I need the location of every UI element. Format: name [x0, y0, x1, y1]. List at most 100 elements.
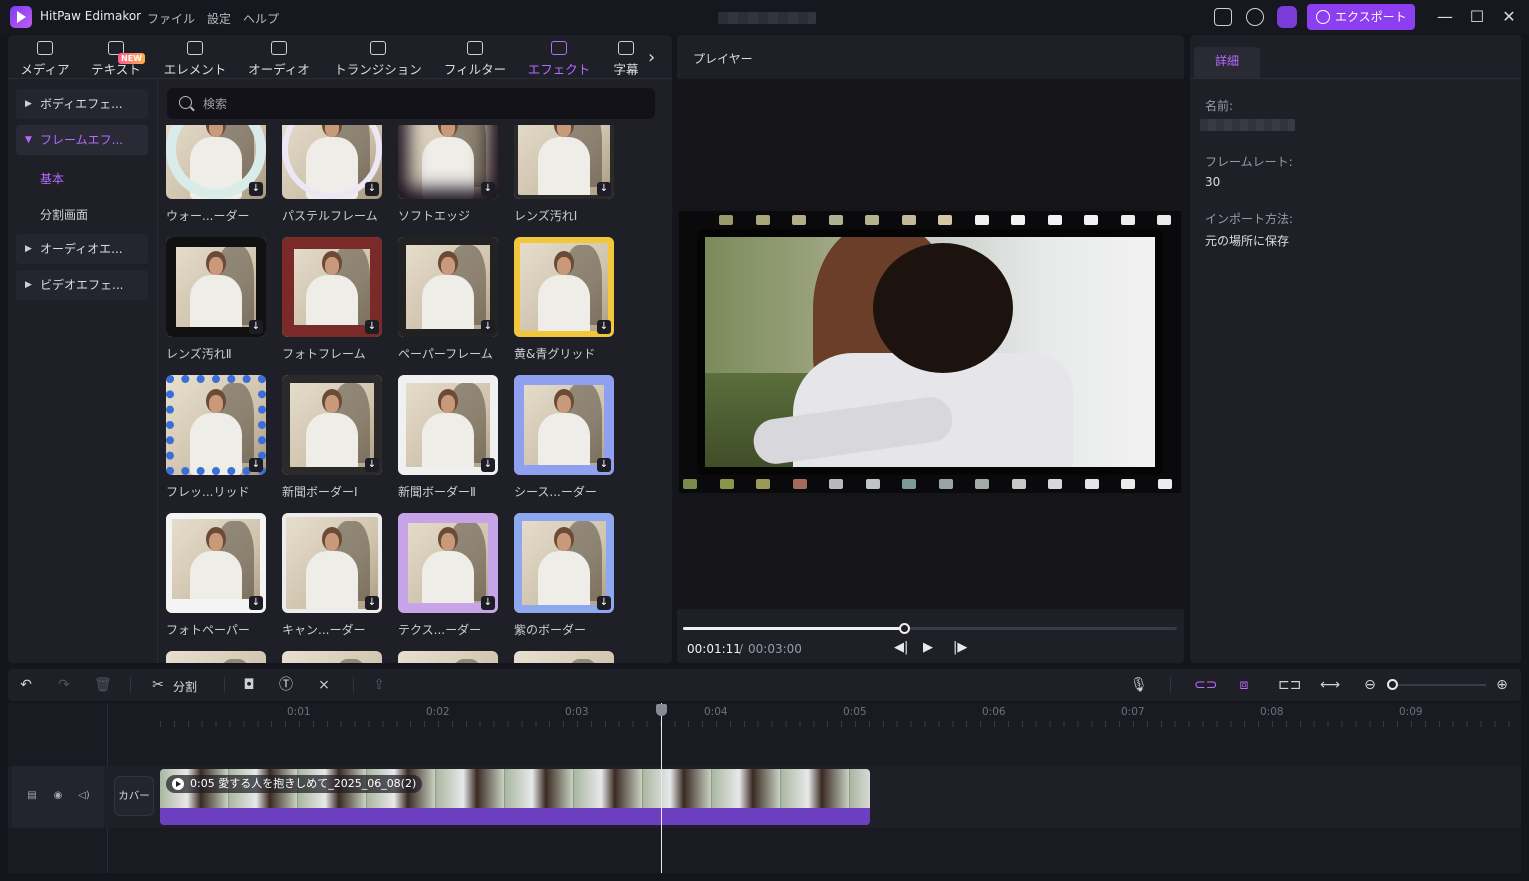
- redo-icon[interactable]: ↷: [56, 677, 72, 693]
- download-icon[interactable]: ↓: [249, 320, 263, 334]
- export-button[interactable]: エクスポート: [1307, 4, 1415, 30]
- effect-card[interactable]: ↓ ペーパーフレーム: [398, 237, 498, 362]
- download-icon[interactable]: ↓: [365, 182, 379, 196]
- video-clip[interactable]: 0:05 愛する人を抱きしめて_2025_06_08(2): [160, 769, 870, 825]
- cover-button[interactable]: カバー: [114, 776, 154, 816]
- download-icon[interactable]: ↓: [597, 182, 611, 196]
- tab-subtitle[interactable]: 字幕: [606, 35, 646, 79]
- tab-transition[interactable]: トランジション: [328, 35, 428, 79]
- prev-frame-icon[interactable]: ◀|: [894, 640, 908, 655]
- download-icon[interactable]: ↓: [481, 458, 495, 472]
- maximize-icon[interactable]: ☐: [1468, 8, 1486, 26]
- progress-fill: [683, 627, 906, 630]
- download-icon[interactable]: [1246, 8, 1264, 26]
- avatar[interactable]: [1277, 6, 1297, 28]
- sidebar-item-frame-effects[interactable]: ▼ フレームエフ...: [16, 125, 148, 155]
- film-perforation: [865, 479, 880, 489]
- tab-details[interactable]: 詳細: [1194, 47, 1260, 78]
- text-tool-icon[interactable]: Ⓣ: [278, 677, 294, 693]
- download-icon[interactable]: ↓: [481, 596, 495, 610]
- split-track-icon[interactable]: ⊏⊐: [1278, 677, 1301, 693]
- link-icon[interactable]: ⊂⊃: [1194, 677, 1217, 693]
- clip-thumbnail: [712, 769, 781, 808]
- effect-card[interactable]: ↓ ソフトエッジ: [398, 125, 498, 224]
- effect-card[interactable]: ↓ フォトペーパー: [166, 513, 266, 638]
- play-icon[interactable]: ▶: [923, 640, 933, 655]
- microphone-icon[interactable]: 🎙: [1130, 677, 1148, 693]
- download-icon[interactable]: ↓: [249, 596, 263, 610]
- download-icon[interactable]: ↓: [365, 596, 379, 610]
- tab-filter[interactable]: フィルター: [438, 35, 512, 79]
- effect-card[interactable]: ↓ キャン...ーダー: [282, 513, 382, 638]
- track-visibility-icon[interactable]: ◉: [52, 790, 64, 802]
- effect-card[interactable]: ↓ 黄&青グリッド: [514, 237, 614, 362]
- download-icon[interactable]: ↓: [481, 182, 495, 196]
- sidebar-item-video-effects[interactable]: ▶ ビデオエフェ...: [16, 270, 148, 300]
- effect-card[interactable]: ↓ 紫のボーダー: [514, 513, 614, 638]
- menu-file[interactable]: ファイル: [147, 10, 195, 27]
- effect-card[interactable]: ↓ レンズ汚れⅠ: [514, 125, 614, 224]
- effect-card[interactable]: ↓ フォトフレーム: [282, 237, 382, 362]
- effect-card[interactable]: [398, 651, 498, 663]
- next-frame-icon[interactable]: |▶: [953, 640, 967, 655]
- film-perforation: [1011, 479, 1026, 489]
- undo-icon[interactable]: ↶: [18, 677, 34, 693]
- effect-card[interactable]: [282, 651, 382, 663]
- download-icon[interactable]: ↓: [597, 458, 611, 472]
- chevron-right-icon[interactable]: ›: [648, 47, 655, 68]
- download-icon[interactable]: ↓: [597, 596, 611, 610]
- effect-card[interactable]: ↓ シース...ーダー: [514, 375, 614, 500]
- tab-element[interactable]: エレメント: [158, 35, 232, 79]
- delete-icon[interactable]: 🗑: [94, 677, 112, 693]
- effect-card[interactable]: ↓ テクス...ーダー: [398, 513, 498, 638]
- tab-media[interactable]: メディア: [14, 35, 76, 79]
- sidebar-subitem-basic[interactable]: 基本: [40, 170, 64, 187]
- fit-icon[interactable]: ⟷: [1320, 677, 1340, 693]
- download-icon[interactable]: ↓: [365, 320, 379, 334]
- download-icon[interactable]: ↓: [365, 458, 379, 472]
- effect-card[interactable]: ↓ ウォー...ーダー: [166, 125, 266, 224]
- progress-knob[interactable]: [899, 623, 911, 634]
- effect-card[interactable]: [166, 651, 266, 663]
- effect-card[interactable]: ↓ レンズ汚れⅡ: [166, 237, 266, 362]
- download-icon[interactable]: ↓: [249, 182, 263, 196]
- video-preview[interactable]: [677, 79, 1184, 609]
- menu-help[interactable]: ヘルプ: [243, 10, 279, 27]
- track-lock-icon[interactable]: ▤: [26, 790, 38, 802]
- effect-card[interactable]: ↓ 新聞ボーダーⅠ: [282, 375, 382, 500]
- playback-progress[interactable]: [683, 623, 1177, 634]
- zoom-slider-knob[interactable]: [1387, 679, 1398, 690]
- marker-icon[interactable]: ◘: [241, 677, 257, 693]
- caret-down-icon: ▼: [25, 135, 32, 145]
- close-icon[interactable]: ✕: [1500, 8, 1518, 26]
- playhead-handle[interactable]: [656, 704, 667, 716]
- playhead[interactable]: [661, 703, 662, 873]
- scissors-icon[interactable]: ✂: [150, 677, 166, 693]
- tab-effect[interactable]: エフェクト: [522, 35, 596, 79]
- download-icon[interactable]: ↓: [249, 458, 263, 472]
- zoom-slider[interactable]: [1392, 684, 1486, 686]
- clip-audio-bar: [160, 808, 870, 825]
- sidebar-subitem-split-screen[interactable]: 分割画面: [40, 206, 88, 223]
- effect-card[interactable]: ↓ フレッ...リッド: [166, 375, 266, 500]
- minimize-icon[interactable]: —: [1436, 8, 1454, 26]
- menu-settings[interactable]: 設定: [207, 10, 231, 27]
- film-perforation: [1048, 479, 1062, 489]
- cut-tool-icon[interactable]: ⨯: [316, 677, 332, 693]
- effect-card[interactable]: [514, 651, 614, 663]
- effect-card[interactable]: ↓ 新聞ボーダーⅡ: [398, 375, 498, 500]
- download-icon[interactable]: ↓: [597, 320, 611, 334]
- effect-card[interactable]: ↓ パステルフレーム: [282, 125, 382, 224]
- track-audio-icon[interactable]: ◁): [78, 790, 90, 802]
- feedback-icon[interactable]: [1214, 8, 1232, 26]
- zoom-in-icon[interactable]: ⊕: [1494, 677, 1510, 693]
- tab-audio[interactable]: オーディオ: [242, 35, 316, 79]
- magnet-icon[interactable]: ⧈: [1236, 677, 1252, 693]
- export-clip-icon[interactable]: ⇪: [371, 677, 387, 693]
- zoom-out-icon[interactable]: ⊖: [1362, 677, 1378, 693]
- download-icon[interactable]: ↓: [481, 320, 495, 334]
- split-button[interactable]: 分割: [173, 678, 197, 695]
- search-input[interactable]: [203, 88, 643, 119]
- sidebar-item-body-effects[interactable]: ▶ ボディエフェ...: [16, 89, 148, 119]
- sidebar-item-audio-effects[interactable]: ▶ オーディオエ...: [16, 234, 148, 264]
